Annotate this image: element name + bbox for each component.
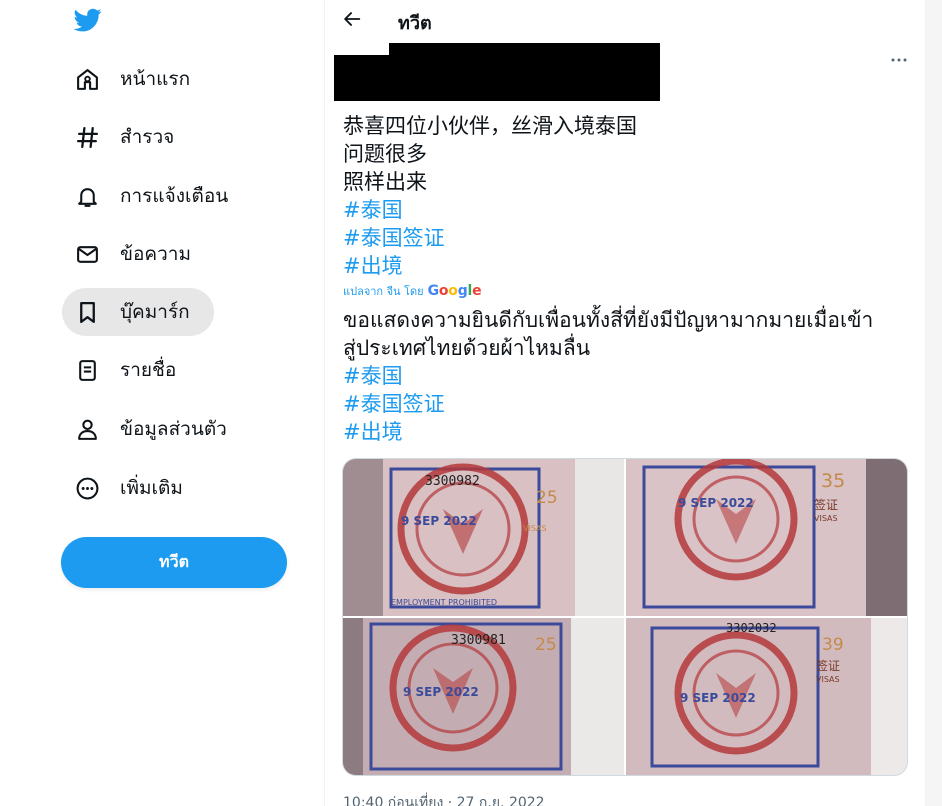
twitter-bird-icon[interactable] (72, 6, 104, 34)
stamp-serial-text: 3302032 (726, 621, 777, 635)
stamp-serial-text: 3300982 (425, 474, 480, 489)
mail-icon (74, 241, 100, 267)
bookmark-icon (74, 299, 100, 325)
sidebar-item-label: เพิ่มเติม (120, 477, 183, 499)
visas-label-text: VISAS (814, 514, 838, 523)
sidebar-item-lists[interactable]: รายชื่อ (62, 346, 192, 394)
hashtag-link[interactable]: #出境 (343, 252, 637, 280)
stamp-date-text: 9 SEP 2022 (403, 685, 479, 699)
sidebar-item-label: ข้อความ (120, 243, 191, 265)
sidebar-item-home[interactable]: หน้าแรก (62, 55, 206, 103)
sidebar-item-label: สำรวจ (120, 126, 175, 148)
sidebar-item-label: หน้าแรก (120, 68, 191, 90)
page-header: ทวีต (325, 0, 925, 40)
tweet-line: ขอแสดงความยินดีกับเพื่อนทั้งสี่ที่ยังมีป… (343, 308, 874, 332)
sidebar: หน้าแรก สำรวจ การแจ้งเตือน ข้อความ บุ๊คม… (0, 0, 324, 806)
passport-stamp-photo[interactable]: 3302032 39 签证 VISAS 9 SEP 2022 (626, 618, 907, 775)
tweet-line: 照样出来 (343, 170, 427, 194)
sidebar-item-explore[interactable]: สำรวจ (62, 113, 190, 161)
translation-note: แปลจาก จีน โดย (343, 285, 424, 298)
passport-stamp-photo[interactable]: 35 签证 VISAS 9 SEP 2022 (626, 459, 907, 616)
page-number-text: 25 (535, 635, 557, 655)
stamp-footer-text: EMPLOYMENT PROHIBITED (391, 598, 497, 607)
tweet-translated-text: ขอแสดงความยินดีกับเพื่อนทั้งสี่ที่ยังมีป… (343, 306, 873, 446)
sidebar-item-more[interactable]: เพิ่มเติม (62, 464, 199, 512)
hashtag-link[interactable]: #出境 (343, 418, 873, 446)
hashtag-link[interactable]: #泰国签证 (343, 390, 873, 418)
tweet-timestamp[interactable]: 10:40 ก่อนเที่ยง · 27 ก.ย. 2022 (343, 792, 545, 806)
stamp-serial-text: 3300981 (451, 633, 506, 648)
profile-icon (74, 416, 100, 442)
sidebar-item-label: รายชื่อ (120, 359, 177, 381)
back-arrow-icon[interactable] (341, 8, 363, 30)
stamp-date-text: 9 SEP 2022 (401, 514, 477, 528)
sidebar-item-label: การแจ้งเตือน (120, 185, 229, 207)
hashtag-icon (74, 124, 100, 150)
bell-icon (74, 183, 100, 209)
visa-chinese-label: 签证 (816, 658, 840, 673)
home-icon (74, 66, 100, 92)
sidebar-item-label: บุ๊คมาร์ก (120, 301, 190, 323)
tweet-line: สู่ประเทศไทยด้วยผ้าไหมลื่น (343, 336, 591, 360)
page-number-text: 25 (536, 488, 558, 508)
hashtag-link[interactable]: #泰国 (343, 362, 873, 390)
visa-chinese-label: 签证 (814, 497, 838, 512)
tweet-media-grid: 3300982 25 VISAS 9 SEP 2022 EMPLOYMENT P… (342, 458, 908, 776)
sidebar-item-profile[interactable]: ข้อมูลส่วนตัว (62, 405, 243, 453)
hashtag-link[interactable]: #泰国 (343, 196, 637, 224)
sidebar-item-messages[interactable]: ข้อความ (62, 230, 207, 278)
sidebar-item-notifications[interactable]: การแจ้งเตือน (62, 172, 244, 220)
more-options-icon[interactable] (887, 52, 911, 68)
stamp-date-text: 9 SEP 2022 (678, 496, 754, 510)
stamp-date-text: 9 SEP 2022 (680, 691, 756, 705)
passport-stamp-photo[interactable]: 3300982 25 VISAS 9 SEP 2022 EMPLOYMENT P… (343, 459, 624, 616)
page-number-text: 39 (822, 635, 844, 655)
tweet-line: 问题很多 (343, 142, 427, 166)
google-logo: Google (427, 283, 482, 299)
visas-label-text: VISAS (523, 524, 547, 533)
page-scrollbar[interactable] (926, 0, 942, 806)
hashtag-link[interactable]: #泰国签证 (343, 224, 637, 252)
list-icon (74, 357, 100, 383)
visas-label-text: VISAS (816, 675, 840, 684)
tweet-original-text: 恭喜四位小伙伴，丝滑入境泰国 问题很多 照样出来 #泰国 #泰国签证 #出境 (343, 112, 637, 280)
tweet-line: 恭喜四位小伙伴，丝滑入境泰国 (343, 114, 637, 138)
translation-attribution[interactable]: แปลจาก จีน โดย Google (343, 282, 482, 300)
page-number-text: 35 (821, 470, 845, 492)
page-title: ทวีต (398, 13, 432, 34)
tweet-button[interactable]: ทวีต (61, 537, 287, 588)
redaction-notch (334, 43, 389, 55)
tweet-detail-column: ทวีต 恭喜四位小伙伴，丝滑入境泰国 问题很多 照样出来 #泰国 #泰国签证 … (324, 0, 926, 806)
more-circle-icon (74, 475, 100, 501)
sidebar-item-bookmarks[interactable]: บุ๊คมาร์ก (62, 288, 214, 336)
passport-stamp-photo[interactable]: 3300981 25 9 SEP 2022 (343, 618, 624, 775)
sidebar-item-label: ข้อมูลส่วนตัว (120, 418, 227, 440)
